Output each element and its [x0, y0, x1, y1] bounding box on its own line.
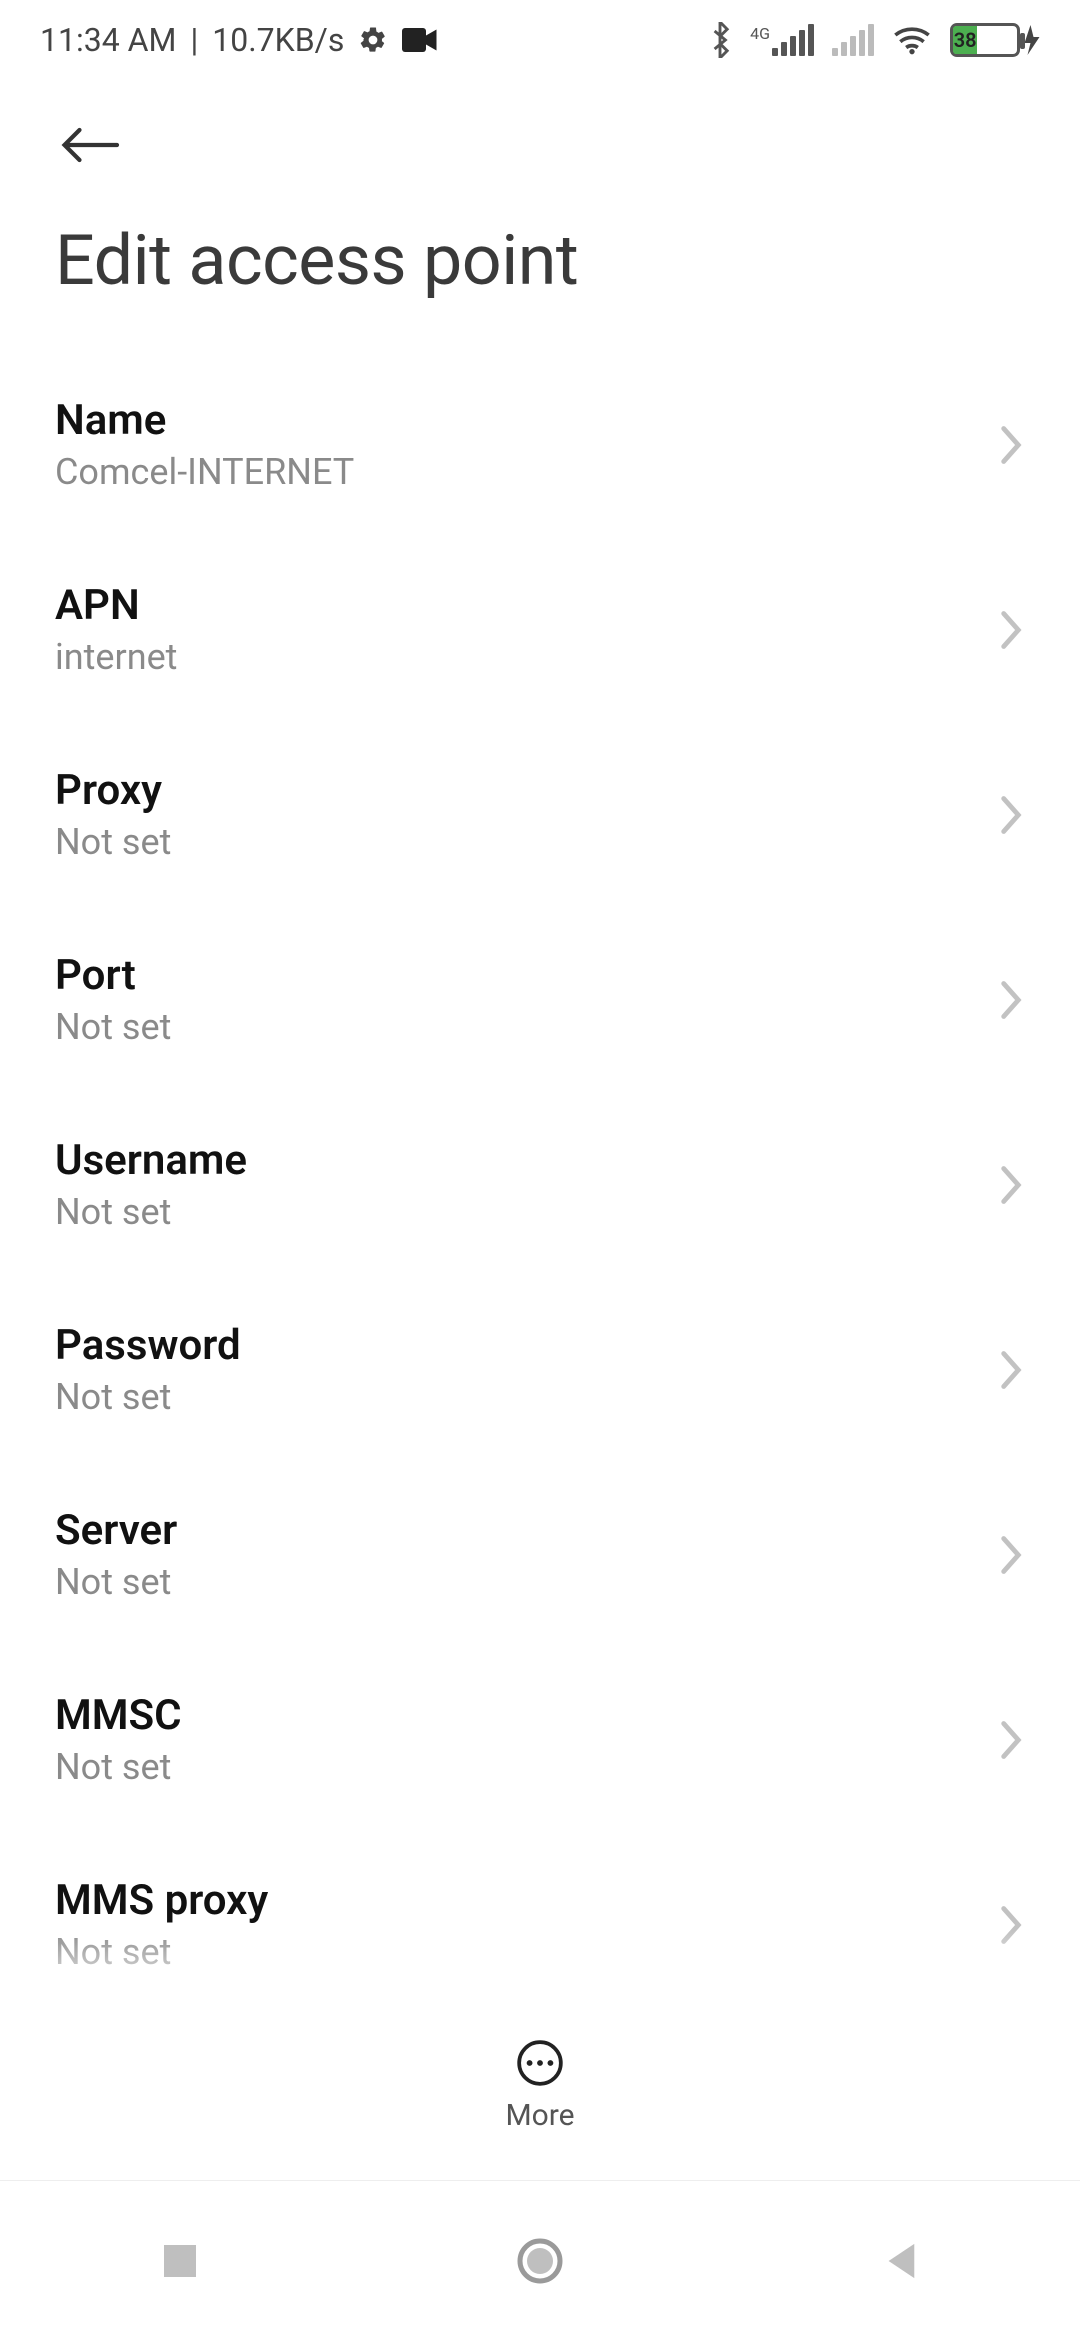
- nav-back-button[interactable]: [850, 2231, 950, 2291]
- circle-icon: [516, 2237, 564, 2285]
- setting-label: Server: [55, 1506, 177, 1555]
- status-net-speed: 10.7KB/s: [212, 21, 344, 59]
- setting-row-mms-proxy[interactable]: MMS proxy Not set: [55, 1832, 1025, 2017]
- setting-label: Name: [55, 396, 354, 445]
- signal-sim1-icon: [772, 24, 814, 56]
- setting-value: Not set: [55, 1376, 241, 1418]
- setting-row-apn[interactable]: APN internet: [55, 537, 1025, 722]
- setting-value: Not set: [55, 821, 171, 863]
- network-tag: 4G: [750, 24, 770, 43]
- setting-label: APN: [55, 581, 177, 630]
- setting-row-proxy[interactable]: Proxy Not set: [55, 722, 1025, 907]
- chevron-right-icon: [997, 1718, 1025, 1762]
- setting-row-port[interactable]: Port Not set: [55, 907, 1025, 1092]
- status-bar: 11:34 AM | 10.7KB/s 4G 38: [0, 0, 1080, 80]
- chevron-right-icon: [997, 793, 1025, 837]
- triangle-left-icon: [882, 2241, 918, 2281]
- square-icon: [162, 2243, 198, 2279]
- gear-icon: [358, 25, 388, 55]
- bottom-toolbar: More: [0, 2000, 1080, 2170]
- setting-value: Not set: [55, 1191, 247, 1233]
- system-navbar: [0, 2180, 1080, 2340]
- chevron-right-icon: [997, 608, 1025, 652]
- setting-value: Not set: [55, 1006, 171, 1048]
- more-icon: [515, 2038, 565, 2088]
- setting-value: Comcel-INTERNET: [55, 451, 354, 493]
- chevron-right-icon: [997, 1348, 1025, 1392]
- setting-label: MMS proxy: [55, 1876, 268, 1925]
- nav-home-button[interactable]: [490, 2231, 590, 2291]
- battery-icon: 38: [950, 23, 1040, 57]
- chevron-right-icon: [997, 423, 1025, 467]
- setting-row-mmsc[interactable]: MMSC Not set: [55, 1647, 1025, 1832]
- setting-row-server[interactable]: Server Not set: [55, 1462, 1025, 1647]
- setting-label: Port: [55, 951, 171, 1000]
- chevron-right-icon: [997, 1163, 1025, 1207]
- arrow-left-icon: [60, 123, 120, 167]
- signal-sim2-icon: [832, 24, 874, 56]
- setting-value: Not set: [55, 1561, 177, 1603]
- setting-label: MMSC: [55, 1691, 182, 1740]
- chevron-right-icon: [997, 1903, 1025, 1947]
- bluetooth-icon: [708, 22, 732, 58]
- setting-label: Proxy: [55, 766, 171, 815]
- nav-recents-button[interactable]: [130, 2231, 230, 2291]
- camera-icon: [402, 27, 438, 53]
- page-title: Edit access point: [55, 180, 1025, 332]
- setting-row-name[interactable]: Name Comcel-INTERNET: [55, 352, 1025, 537]
- chevron-right-icon: [997, 1533, 1025, 1577]
- setting-value: Not set: [55, 1746, 182, 1788]
- status-time: 11:34 AM: [40, 21, 176, 59]
- wifi-icon: [892, 24, 932, 56]
- setting-label: Password: [55, 1321, 241, 1370]
- setting-value: internet: [55, 636, 177, 678]
- more-button[interactable]: More: [505, 2038, 574, 2133]
- back-button[interactable]: [55, 110, 125, 180]
- setting-row-password[interactable]: Password Not set: [55, 1277, 1025, 1462]
- chevron-right-icon: [997, 978, 1025, 1022]
- setting-value: Not set: [55, 1931, 268, 1973]
- more-label: More: [505, 2098, 574, 2133]
- setting-label: Username: [55, 1136, 247, 1185]
- setting-row-username[interactable]: Username Not set: [55, 1092, 1025, 1277]
